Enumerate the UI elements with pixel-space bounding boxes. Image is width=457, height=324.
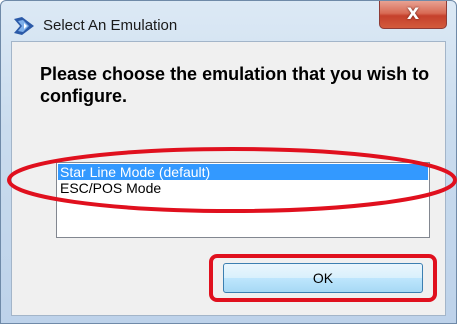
list-item-star-line-mode[interactable]: Star Line Mode (default) bbox=[58, 164, 428, 180]
emulation-app-icon bbox=[14, 17, 34, 35]
instruction-text: Please choose the emulation that you wis… bbox=[40, 64, 430, 106]
list-item-esc-pos-mode[interactable]: ESC/POS Mode bbox=[58, 180, 428, 196]
window-title: Select An Emulation bbox=[43, 17, 178, 34]
close-icon: X bbox=[406, 4, 420, 23]
ok-button[interactable]: OK bbox=[223, 263, 423, 293]
close-button[interactable]: X bbox=[379, 1, 447, 29]
title-bar[interactable]: Select An Emulation X bbox=[1, 1, 456, 41]
emulation-listbox[interactable]: Star Line Mode (default) ESC/POS Mode bbox=[56, 162, 430, 238]
